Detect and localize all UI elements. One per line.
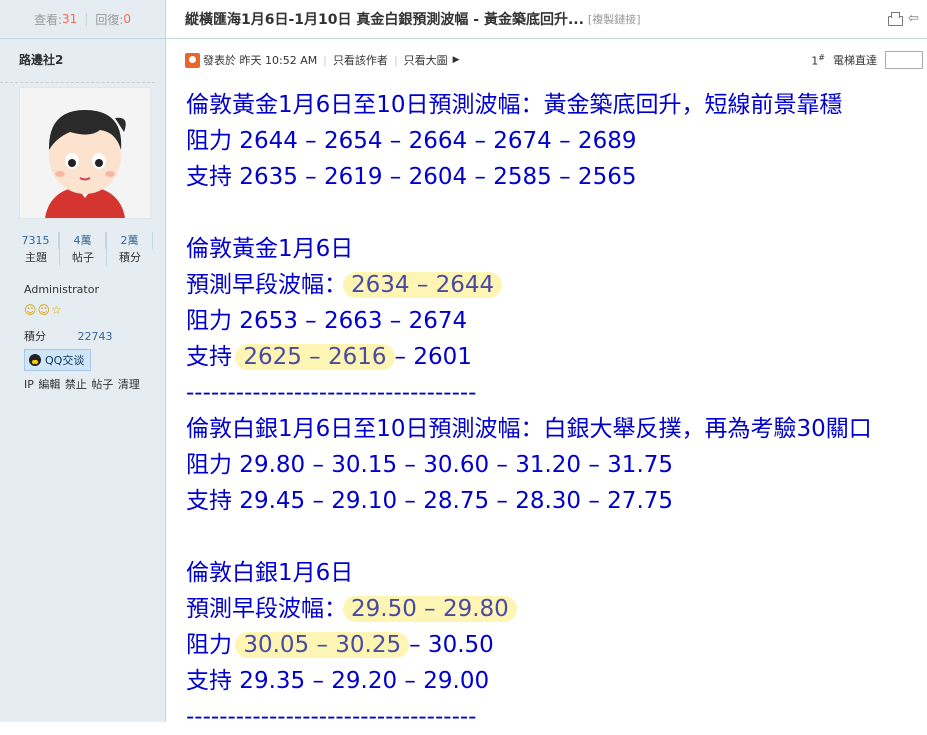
title-tools: ⇦ [888,12,921,26]
post-line: 預測早段波幅： 29.50 – 29.80 [186,591,872,627]
post-time: 發表於 昨天 10:52 AM [203,54,318,67]
stat-label: 帖子 [72,251,94,264]
smiley-icon: ☺ [24,303,38,317]
thread-title[interactable]: 縱橫匯海1月6日-1月10日 真金白銀預測波幅 - 黃金築底回升... [185,9,584,29]
jump-floor-input[interactable] [885,51,923,69]
smiley-icon: ☺ [37,303,52,317]
stat-threads[interactable]: 7315 主題 [13,232,60,266]
author-sidebar: 查看: 31 | 回復: 0 路邊社2 7315 主題 4萬 帖子 2萬 積分 … [0,0,166,722]
post-line: 倫敦白銀1月6日至10日預測波幅：白銀大舉反撲，再為考驗30關口 [186,416,872,442]
post-line: 支持 29.45 – 29.10 – 28.75 – 28.30 – 27.75 [186,488,674,514]
post-line: ----------------------------------- [186,380,477,406]
thread-title-bar: 縱橫匯海1月6日-1月10日 真金白銀預測波幅 - 黃金築底回升... [複製鏈… [166,0,927,39]
author-only-link[interactable]: 只看該作者 [333,52,388,68]
post-line [186,195,872,231]
copy-link-button[interactable]: [複製鏈接] [588,11,641,27]
avatar[interactable] [19,87,151,219]
post-line: 阻力 2644 – 2654 – 2664 – 2674 – 2689 [186,128,637,154]
author-name[interactable]: 路邊社2 [0,39,155,83]
line-text: – 30.50 [409,632,494,658]
post-main: 縱橫匯海1月6日-1月10日 真金白銀預測波幅 - 黃金築底回升... [複製鏈… [166,0,927,730]
user-role[interactable]: Administrator [24,283,99,296]
qq-chat-button[interactable]: QQ交谈 [24,349,92,371]
admin-link-ban[interactable]: 禁止 [65,378,87,391]
qq-penguin-icon [29,354,41,366]
admin-link-edit[interactable]: 編輯 [38,378,60,391]
points-label: 積分 [24,330,46,343]
triangle-right-icon[interactable]: ▶ [453,55,460,65]
highlighted-range: 2625 – 2616 [235,344,395,370]
floor-sup: # [818,52,825,62]
highlighted-range: 29.50 – 29.80 [343,596,517,622]
admin-link-posts[interactable]: 帖子 [91,378,113,391]
replies-label: 回復: [95,12,124,27]
big-image-link[interactable]: 只看大圖 [404,52,448,68]
stat-value: 7315 [13,232,59,249]
views-label: 查看: [33,12,63,27]
post-content: 倫敦黃金1月6日至10日預測波幅：黃金築底回升，短線前景靠穩 阻力 2644 – … [186,87,872,735]
admin-links: IP 編輯 禁止 帖子 清理 [24,376,140,392]
highlighted-range: 30.05 – 30.25 [235,632,410,658]
post-meta: 發表於 昨天 10:52 AM | 只看該作者 | 只看大圖 ▶ 1# 電梯直達 [185,50,923,70]
highlighted-range: 2634 – 2644 [343,272,503,298]
user-stats: 7315 主題 4萬 帖子 2萬 積分 [13,232,153,266]
line-text: 預測早段波幅： [186,272,347,298]
admin-link-ip[interactable]: IP [24,378,34,391]
line-text: 支持 [186,344,240,370]
replies-count: 0 [123,12,132,26]
floor-jump: 1# 電梯直達 [811,51,923,69]
post-line: 阻力 2653 – 2663 – 2674 [186,308,468,334]
post-line: 阻力 29.80 – 30.15 – 30.60 – 31.20 – 31.75 [186,452,674,478]
avatar-cartoon-boy-icon [20,88,150,218]
floor-number: 1# [811,53,825,68]
stat-label: 積分 [119,251,141,264]
points-row: 積分 22743 [24,328,113,344]
stat-credits[interactable]: 2萬 積分 [107,232,153,266]
post-line: 倫敦黃金1月6日 [186,236,354,262]
post-line: 預測早段波幅： 2634 – 2644 [186,267,872,303]
post-line: 倫敦白銀1月6日 [186,560,354,586]
stat-value: 4萬 [60,232,106,249]
post-line: 支持 2635 – 2619 – 2604 – 2585 – 2565 [186,164,637,190]
qq-label: QQ交谈 [45,354,85,367]
admin-link-clean[interactable]: 清理 [118,378,140,391]
print-icon[interactable] [888,12,903,26]
stat-posts[interactable]: 4萬 帖子 [60,232,107,266]
views-count: 31 [62,12,78,26]
stat-value: 2萬 [107,232,153,249]
post-line [186,519,872,555]
post-line: 倫敦黃金1月6日至10日預測波幅：黃金築底回升，短線前景靠穩 [186,92,843,118]
stats-divider: | [84,12,89,26]
meta-divider: | [323,53,327,67]
stat-label: 主題 [25,251,47,264]
jump-label: 電梯直達 [833,54,877,67]
line-text: 預測早段波幅： [186,596,347,622]
star-icon: ☆ [51,303,63,317]
post-line: 支持 29.35 – 29.20 – 29.00 [186,668,490,694]
post-line: ----------------------------------- [186,704,477,730]
line-text: – 2601 [394,344,472,370]
online-user-icon [185,52,200,68]
line-text: 阻力 [186,632,240,658]
post-line: 阻力 30.05 – 30.25– 30.50 [186,627,872,663]
meta-divider: | [393,53,398,67]
rank-icons: ☺☺☆ [24,303,63,317]
points-value: 22743 [77,330,113,343]
thread-stats: 查看: 31 | 回復: 0 [0,0,165,39]
post-line: 支持 2625 – 2616– 2601 [186,339,872,375]
return-arrow-icon[interactable]: ⇦ [908,12,921,25]
